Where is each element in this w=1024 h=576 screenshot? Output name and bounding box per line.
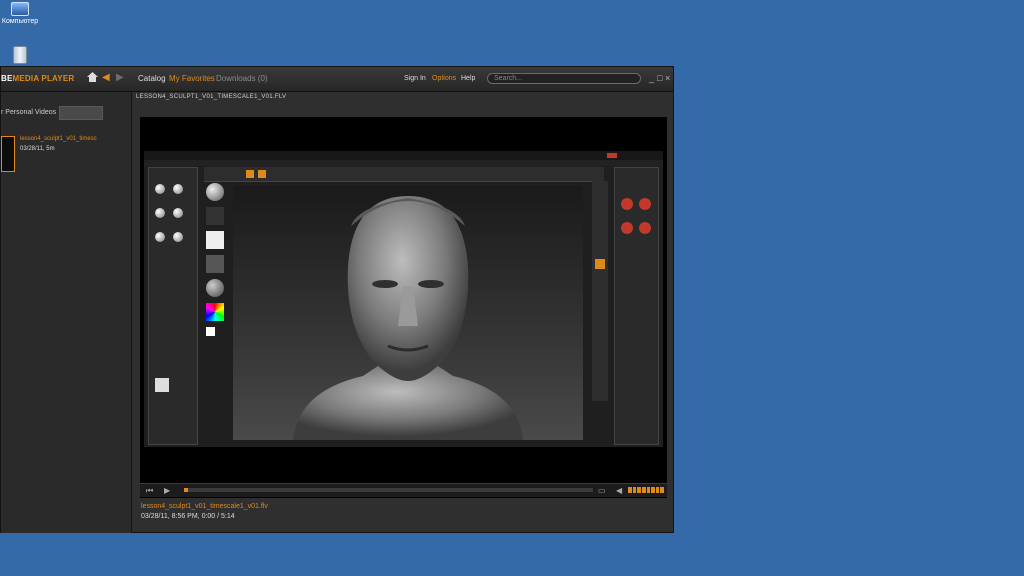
video-item-title[interactable]: lesson4_sculpt1_v01_timesc — [20, 136, 97, 142]
material-swatch — [155, 378, 169, 392]
toolbar-button — [258, 170, 266, 178]
volume-slider[interactable] — [628, 487, 664, 493]
video-thumbnail[interactable] — [1, 136, 15, 172]
tool-sphere-icon — [155, 232, 165, 242]
play-icon[interactable]: ▶ — [164, 486, 170, 495]
search-input[interactable]: Search... — [487, 73, 641, 84]
personal-videos-dropdown[interactable] — [59, 106, 103, 120]
now-playing-title: lesson4_sculpt1_v01_timescale1_v01.flv — [141, 503, 268, 510]
zbrush-canvas — [233, 186, 583, 440]
tool-sphere-icon — [173, 232, 183, 242]
options-link[interactable]: Options — [432, 75, 456, 82]
material-icon — [206, 279, 224, 297]
help-link[interactable]: Help — [461, 75, 475, 82]
zbrush-right-shelf — [592, 181, 608, 401]
video-item-meta: 03/28/11, 5m — [20, 146, 55, 152]
now-playing-meta: 03/28/11, 8:56 PM, 0:00 / 5:14 — [141, 513, 235, 520]
tool-thumbnail — [621, 198, 633, 210]
zbrush-brush-column — [204, 183, 228, 343]
trash-icon — [13, 46, 27, 64]
home-icon[interactable] — [87, 72, 98, 82]
zbrush-left-tray — [148, 167, 198, 445]
tab-my-favorites[interactable]: My Favorites — [169, 74, 215, 83]
computer-label: Компьютер — [1, 18, 39, 25]
close-button[interactable]: × — [665, 73, 670, 83]
stroke-icon — [206, 207, 224, 225]
recycle-bin-icon[interactable] — [0, 46, 40, 66]
color-swatch-white — [206, 327, 215, 336]
volume-icon[interactable]: ◀ — [616, 486, 622, 495]
head-sculpt-image — [293, 196, 523, 440]
progress-fill — [184, 488, 189, 492]
tab-catalog[interactable]: Catalog — [138, 74, 166, 83]
app-brand: BEMEDIA PLAYER — [1, 74, 74, 83]
tool-sphere-icon — [173, 184, 183, 194]
tab-downloads[interactable]: Downloads (0) — [216, 74, 268, 83]
zbrush-menubar — [144, 160, 663, 166]
maximize-button[interactable]: □ — [657, 73, 662, 83]
fullscreen-icon[interactable]: ▭ — [598, 486, 606, 495]
sign-in-link[interactable]: Sign In — [404, 75, 426, 82]
personal-videos-label: r Personal Videos — [1, 109, 57, 116]
media-player-window: BEMEDIA PLAYER ◀ ▶ Catalog My Favorites … — [0, 66, 674, 533]
brand-main: MEDIA PLAYER — [12, 74, 75, 83]
rewind-icon[interactable]: ⏮ — [146, 486, 153, 495]
monitor-icon — [11, 2, 29, 16]
alpha-icon — [206, 231, 224, 249]
zbrush-right-tray — [614, 167, 659, 445]
forward-arrow-icon[interactable]: ▶ — [116, 73, 124, 83]
brush-sphere-icon — [206, 183, 224, 201]
player-toolbar: BEMEDIA PLAYER ◀ ▶ Catalog My Favorites … — [1, 67, 673, 92]
texture-icon — [206, 255, 224, 273]
progress-bar[interactable] — [184, 488, 593, 492]
playback-controls: ⏮ ▶ ▭ ◀ — [140, 483, 667, 497]
back-arrow-icon[interactable]: ◀ — [102, 73, 110, 83]
minimize-button[interactable]: _ — [649, 73, 654, 83]
computer-desktop-icon[interactable]: Компьютер — [0, 2, 40, 25]
zbrush-screen — [144, 151, 663, 447]
tool-sphere-icon — [173, 208, 183, 218]
sidebar: r Personal Videos lesson4_sculpt1_v01_ti… — [1, 92, 132, 533]
tool-sphere-icon — [155, 184, 165, 194]
zbrush-top-toolbar — [204, 167, 604, 182]
color-picker-icon — [206, 303, 224, 321]
tool-thumbnail — [639, 198, 651, 210]
video-area[interactable] — [140, 117, 667, 498]
brand-prefix: BE — [1, 74, 13, 83]
tool-sphere-icon — [155, 208, 165, 218]
toolbar-button — [246, 170, 254, 178]
tool-thumbnail — [639, 222, 651, 234]
video-filename: LESSON4_SCULPT1_V01_TIMESCALE1_V01.FLV — [136, 94, 287, 100]
zbrush-alert-swatch — [607, 153, 617, 158]
tool-thumbnail — [621, 222, 633, 234]
shelf-button — [595, 259, 605, 269]
